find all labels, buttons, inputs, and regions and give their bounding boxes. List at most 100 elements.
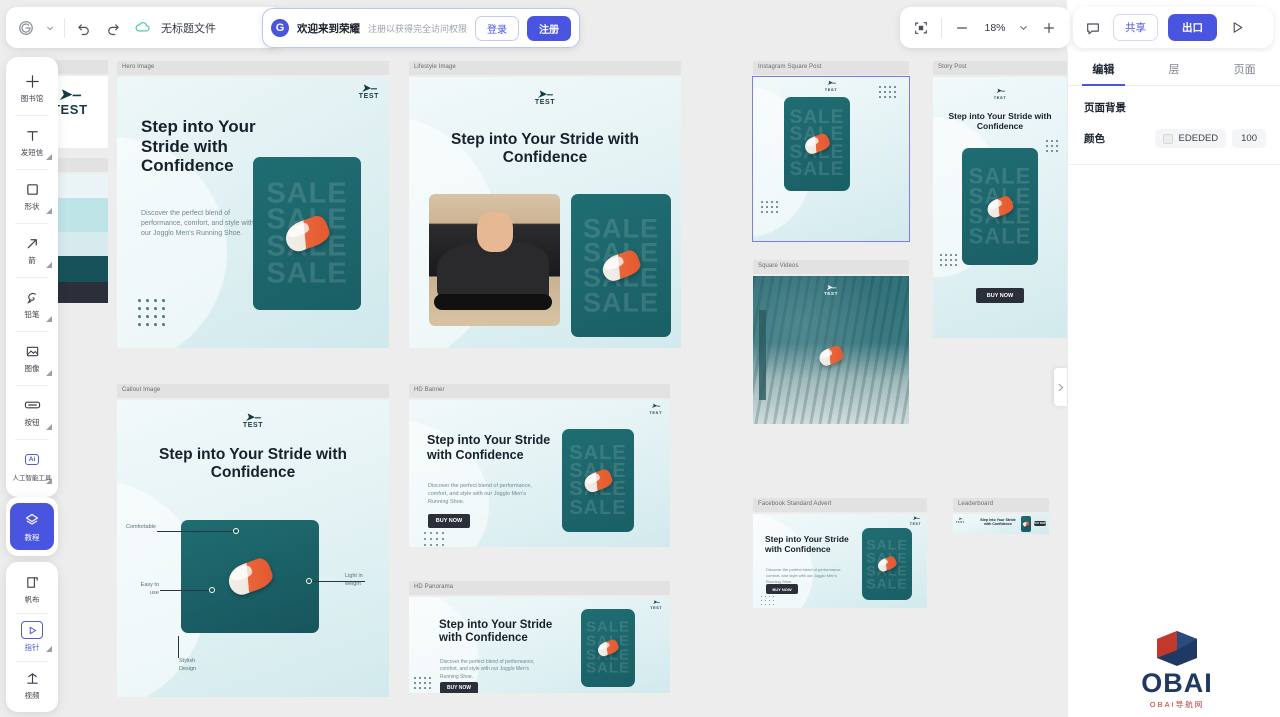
brand-logo: ➤– TEST xyxy=(359,81,379,100)
color-hex-value[interactable]: EDEDED xyxy=(1179,133,1219,144)
sale-card: SALESALESALESALE xyxy=(962,148,1038,265)
artboard-body[interactable]: ➤– TEST Step into Your Stride with Confi… xyxy=(933,77,1067,338)
artboard-body[interactable]: ➤– TEST Step into Your Stride with Confi… xyxy=(117,77,389,348)
cta-button[interactable]: BUY NOW xyxy=(976,288,1024,303)
play-icon[interactable] xyxy=(1227,18,1247,38)
tool-ai[interactable]: Ai 人工智能工具 xyxy=(6,439,58,493)
tool-tutorial[interactable]: 教程 xyxy=(10,503,54,550)
zoom-out-button[interactable] xyxy=(952,18,972,38)
redo-icon[interactable] xyxy=(103,18,123,38)
tutorial-card[interactable]: 教程 xyxy=(6,497,58,556)
callout-label: Comfortable xyxy=(126,524,156,530)
artboard-label: HD Banner xyxy=(409,384,670,398)
brand-mark-icon: ➤– xyxy=(995,88,1005,95)
artboard-facebook[interactable]: Facebook Standard Advert ➤– TEST Step in… xyxy=(753,498,927,608)
callout-line xyxy=(160,590,212,591)
artboard-instagram[interactable]: Instagram Square Post ➤– TEST SALESALESA… xyxy=(752,61,910,242)
page-background-color-row[interactable]: 颜色 EDEDED 100 xyxy=(1068,115,1280,165)
left-toolbar-bottom[interactable]: 教程 帆布 指针 视频 xyxy=(6,497,58,717)
left-toolbar[interactable]: 图书馆 发短信 形状 箭 铅笔 图像 按钮 Ai 人工智能工具 xyxy=(6,57,58,497)
video-pole xyxy=(759,310,766,400)
brand-logo: ➤– TEST xyxy=(910,516,921,526)
callout-label: Easy to use xyxy=(140,582,159,596)
tool-label: 教程 xyxy=(24,532,40,542)
tool-image[interactable]: 图像 xyxy=(6,331,58,385)
panorama-body: Discover the perfect blend of performanc… xyxy=(440,659,535,680)
tool-button[interactable]: 按钮 xyxy=(6,385,58,439)
tool-canvas[interactable]: 帆布 xyxy=(6,565,58,613)
dot-grid xyxy=(879,86,899,101)
brand-g-icon: G xyxy=(271,19,289,37)
button-icon xyxy=(24,396,41,414)
panel-tabs[interactable]: 编辑 层 页面 xyxy=(1068,52,1280,86)
artboard-label: Leaderboard xyxy=(953,498,1049,512)
tool-arrow[interactable]: 箭 xyxy=(6,223,58,277)
cta-button[interactable]: BUY NOW xyxy=(428,514,470,528)
tool-label: 按钮 xyxy=(24,418,40,427)
artboard-lifestyle[interactable]: Lifestyle Image ➤– TEST Step into Your S… xyxy=(409,61,681,348)
tool-video[interactable]: 视频 xyxy=(6,661,58,709)
bottom-tools-card[interactable]: 帆布 指针 视频 xyxy=(6,562,58,712)
fit-to-screen-icon[interactable] xyxy=(911,18,931,38)
artboard-body[interactable]: ➤– TEST Step into Your Stride with Confi… xyxy=(409,597,670,693)
artboard-hd-panorama[interactable]: HD Panorama ➤– TEST Step into Your Strid… xyxy=(409,581,670,693)
artboard-hd-banner[interactable]: HD Banner ➤– TEST Step into Your Stride … xyxy=(409,384,670,547)
artboard-body[interactable]: ➤– TEST xyxy=(753,276,909,424)
artboard-body[interactable]: ➤– TEST Step into Your Stride with Confi… xyxy=(953,514,1049,534)
export-button[interactable]: 出口 xyxy=(1168,14,1217,41)
artboard-body[interactable]: ➤– TEST Step into Your Stride with Confi… xyxy=(409,400,670,547)
artboard-story[interactable]: Story Post ➤– TEST Step into Your Stride… xyxy=(933,61,1067,338)
signup-button[interactable]: 注册 xyxy=(527,15,572,41)
tab-page[interactable]: 页面 xyxy=(1209,52,1280,85)
zoom-toolbar[interactable]: 18% xyxy=(900,7,1070,48)
design-canvas[interactable]: ➤– TEST Palette Hero Image ➤– xyxy=(0,0,1067,717)
app-menu-chevron-icon[interactable] xyxy=(45,18,55,38)
tool-shape[interactable]: 形状 xyxy=(6,169,58,223)
opacity-input[interactable]: 100 xyxy=(1232,129,1266,148)
pencil-icon xyxy=(25,288,40,306)
login-button[interactable]: 登录 xyxy=(475,15,520,41)
tab-layer[interactable]: 层 xyxy=(1139,52,1210,85)
dot-grid xyxy=(138,299,170,331)
artboard-label: Lifestyle Image xyxy=(409,61,681,75)
artboard-callout[interactable]: Callout Image ➤– TEST Step into Your Str… xyxy=(117,384,389,697)
undo-icon[interactable] xyxy=(74,18,94,38)
zoom-in-button[interactable] xyxy=(1039,18,1059,38)
signup-promo-banner[interactable]: G 欢迎来到荣耀 注册以获得完全访问权限 登录 注册 xyxy=(262,8,581,48)
tab-edit[interactable]: 编辑 xyxy=(1068,52,1139,86)
tool-library[interactable]: 图书馆 xyxy=(6,61,58,115)
artboard-body[interactable]: ➤– TEST Step into Your Stride with Confi… xyxy=(117,400,389,697)
app-menu-icon[interactable] xyxy=(16,18,36,38)
panel-collapse-handle[interactable] xyxy=(1054,368,1067,406)
artboard-body[interactable]: ➤– TEST SALESALESALESALE xyxy=(752,76,910,242)
zoom-chevron-down-icon[interactable] xyxy=(1018,18,1029,38)
cta-button[interactable]: BUY NOW xyxy=(766,584,798,594)
brand-mark-icon: ➤– xyxy=(244,410,262,424)
color-swatch[interactable] xyxy=(1162,133,1173,144)
cta-button[interactable]: BUY NOW xyxy=(1034,521,1046,526)
share-button[interactable]: 共享 xyxy=(1113,14,1158,41)
cta-button[interactable]: BUY NOW xyxy=(440,682,478,693)
zoom-level[interactable]: 18% xyxy=(982,22,1008,34)
dot-grid xyxy=(940,254,960,269)
artboard-body[interactable]: ➤– TEST Step into Your Stride with Confi… xyxy=(753,514,927,608)
artboard-hero[interactable]: Hero Image ➤– TEST Step into Your Stride… xyxy=(117,61,389,348)
artboard-leaderboard[interactable]: Leaderboard ➤– TEST Step into Your Strid… xyxy=(953,498,1049,534)
chevron-down-icon xyxy=(46,646,52,652)
artboard-body[interactable]: ➤– TEST Step into Your Stride with Confi… xyxy=(409,77,681,348)
file-toolbar[interactable]: 无标题文件 xyxy=(6,7,283,48)
banner-headline: Step into Your Stride with Confidence xyxy=(427,433,551,462)
properties-panel[interactable]: 编辑 层 页面 页面背景 颜色 EDEDED 100 xyxy=(1067,52,1280,717)
artboard-square-video[interactable]: Square Videos ➤– TEST xyxy=(753,260,909,424)
tool-pencil[interactable]: 铅笔 xyxy=(6,277,58,331)
actions-toolbar[interactable]: 共享 出口 xyxy=(1073,7,1273,48)
chevron-down-icon xyxy=(46,370,52,376)
brand-name: TEST xyxy=(649,410,662,415)
tool-pointer[interactable]: 指针 xyxy=(6,613,58,661)
color-picker[interactable]: EDEDED xyxy=(1154,129,1227,148)
tool-text[interactable]: 发短信 xyxy=(6,115,58,169)
file-name[interactable]: 无标题文件 xyxy=(161,20,216,36)
brand-mark-icon: ➤– xyxy=(826,80,836,87)
lifestyle-photo xyxy=(429,194,560,326)
comment-icon[interactable] xyxy=(1083,18,1103,38)
